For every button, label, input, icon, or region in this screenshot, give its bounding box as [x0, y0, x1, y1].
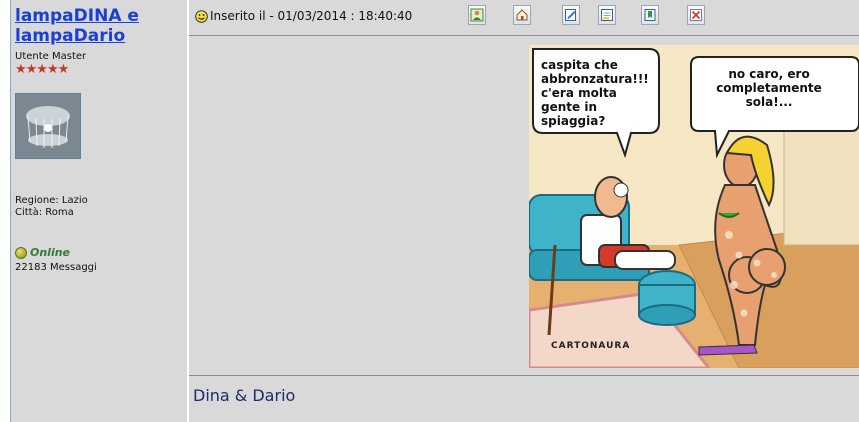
quote-icon: [601, 9, 613, 21]
profile-icon: [470, 8, 484, 22]
user-signature: Dina & Dario: [193, 386, 296, 405]
author-sidebar: lampaDINA e lampaDario Utente Master ★★★…: [10, 0, 187, 422]
post-toolbar: [189, 5, 859, 27]
author-rank: Utente Master: [15, 51, 87, 62]
signature-divider: [189, 375, 859, 376]
quote-button[interactable]: [598, 5, 616, 25]
online-status: Online: [15, 246, 70, 259]
home-icon: [516, 9, 528, 21]
cartoon-image: caspita che abbronzatura!!! c'era molta …: [529, 45, 859, 368]
author-region: Regione: Lazio: [15, 195, 88, 206]
profile-button[interactable]: [468, 5, 486, 25]
post-body: Inserito il - 01/03/2014 : 18:40:40 casp…: [189, 0, 859, 422]
avatar: [15, 93, 81, 159]
message-count: 22183 Messaggi: [15, 262, 97, 273]
delete-icon: [690, 9, 702, 21]
bookmark-button[interactable]: [641, 5, 659, 25]
author-city: Città: Roma: [15, 207, 74, 218]
speech-bubble-left: caspita che abbronzatura!!! c'era molta …: [541, 58, 649, 128]
author-name-link[interactable]: lampaDINA e lampaDario: [15, 6, 185, 46]
home-button[interactable]: [513, 5, 531, 25]
header-divider: [189, 35, 859, 36]
bookmark-icon: [644, 9, 656, 21]
online-icon: [15, 246, 27, 259]
speech-bubble-right: no caro, ero completamente sola!...: [716, 67, 822, 109]
rank-stars: ★★★★★: [15, 62, 69, 77]
edit-icon: [565, 9, 576, 21]
page-margin: [0, 0, 10, 422]
online-label: Online: [30, 246, 71, 259]
delete-button[interactable]: [687, 5, 705, 25]
artist-signature: CARTONAURA: [551, 341, 631, 351]
edit-button[interactable]: [562, 5, 580, 25]
